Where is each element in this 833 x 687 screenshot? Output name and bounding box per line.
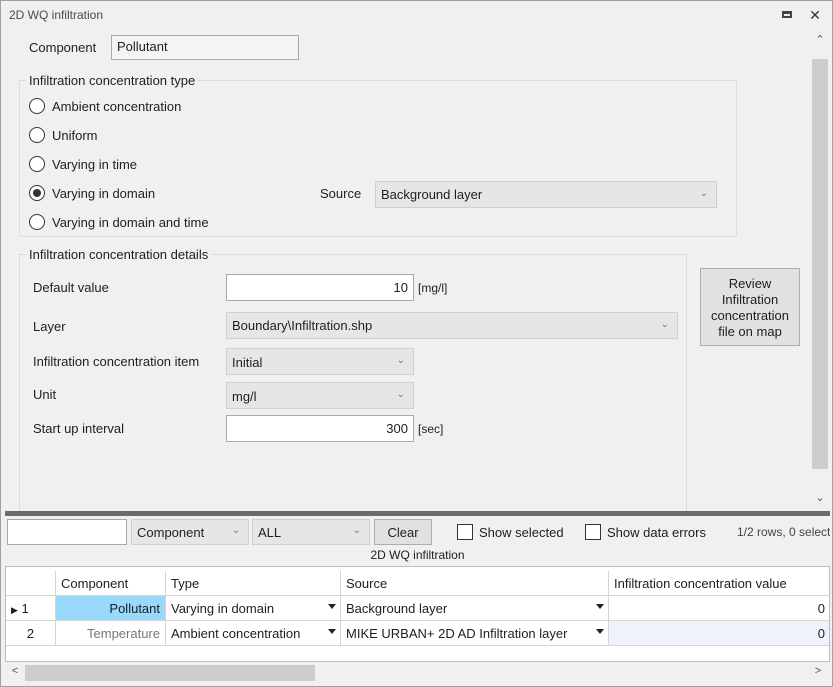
source-label: Source bbox=[320, 186, 362, 201]
dropdown-arrow-icon[interactable] bbox=[596, 629, 604, 634]
row-status: 1/2 rows, 0 selected bbox=[737, 525, 830, 539]
unit-value: mg/l bbox=[232, 389, 257, 404]
row-number: 2 bbox=[26, 626, 35, 641]
radio-circle bbox=[29, 127, 45, 143]
show-selected-label: Show selected bbox=[479, 525, 564, 540]
form-panel: Component Pollutant Infiltration concent… bbox=[5, 29, 810, 514]
default-value-unit: [mg/l] bbox=[418, 281, 448, 295]
cell-value[interactable]: 0 bbox=[609, 621, 829, 646]
show-data-errors-checkbox[interactable] bbox=[585, 524, 601, 540]
filter-bar: Component ⌄ ALL ⌄ Clear Show selected Sh… bbox=[5, 516, 830, 548]
title-bar: 2D WQ infiltration ✕ bbox=[1, 1, 832, 29]
review-button-line: concentration bbox=[710, 308, 790, 323]
radio-circle bbox=[29, 98, 45, 114]
scroll-right-icon[interactable]: > bbox=[808, 665, 828, 677]
layer-dropdown[interactable]: Boundary\Infiltration.shp ⌄ bbox=[226, 312, 678, 339]
review-button-line: Review bbox=[728, 276, 772, 291]
chevron-down-icon: ⌄ bbox=[396, 355, 405, 366]
scroll-down-icon[interactable]: ⌄ bbox=[810, 491, 830, 504]
chevron-down-icon: ⌄ bbox=[231, 525, 240, 536]
column-header-type[interactable]: Type bbox=[166, 571, 341, 596]
cell-source[interactable]: Background layer bbox=[341, 596, 609, 621]
radio-circle bbox=[29, 156, 45, 172]
default-value-label: Default value bbox=[33, 280, 109, 295]
review-button-line: file on map bbox=[718, 324, 782, 339]
grid-title: 2D WQ infiltration bbox=[5, 548, 830, 566]
default-value-input[interactable]: 10 bbox=[226, 274, 414, 301]
item-dropdown[interactable]: Initial ⌄ bbox=[226, 348, 414, 375]
column-header-source[interactable]: Source bbox=[341, 571, 609, 596]
component-label: Component bbox=[29, 40, 97, 55]
row-header[interactable]: 2 bbox=[6, 621, 56, 646]
restore-button[interactable] bbox=[776, 4, 798, 26]
startup-interval-input[interactable]: 300 bbox=[226, 415, 414, 442]
chevron-down-icon: ⌄ bbox=[352, 525, 361, 536]
row-header[interactable]: ▶ 1 bbox=[6, 596, 56, 621]
review-on-map-button[interactable]: Review Infiltration concentration file o… bbox=[700, 268, 800, 346]
window-title: 2D WQ infiltration bbox=[9, 8, 104, 22]
cell-component[interactable]: Temperature bbox=[56, 621, 166, 646]
scroll-left-icon[interactable]: < bbox=[5, 665, 25, 677]
horizontal-scrollbar[interactable]: < > bbox=[5, 662, 830, 684]
filter-field-dropdown[interactable]: Component ⌄ bbox=[131, 519, 249, 545]
cell-value[interactable]: 0 bbox=[609, 596, 829, 621]
cell-component[interactable]: Pollutant bbox=[56, 596, 166, 621]
cell-source-value: MIKE URBAN+ 2D AD Infiltration layer bbox=[346, 626, 568, 641]
cell-source-value: Background layer bbox=[346, 601, 448, 616]
infiltration-window: 2D WQ infiltration ✕ Component Pollutant… bbox=[0, 0, 833, 687]
show-data-errors-label: Show data errors bbox=[607, 525, 706, 540]
layer-value: Boundary\Infiltration.shp bbox=[232, 318, 373, 333]
close-button[interactable]: ✕ bbox=[804, 4, 826, 26]
column-header-rownum bbox=[6, 571, 56, 596]
row-number: 1 bbox=[21, 601, 29, 616]
chevron-down-icon: ⌄ bbox=[660, 319, 669, 330]
review-button-line: Infiltration bbox=[721, 292, 779, 307]
cell-source[interactable]: MIKE URBAN+ 2D AD Infiltration layer bbox=[341, 621, 609, 646]
item-value: Initial bbox=[232, 355, 263, 370]
chevron-down-icon: ⌄ bbox=[396, 389, 405, 400]
scroll-up-icon[interactable]: ⌃ bbox=[810, 33, 830, 46]
dropdown-arrow-icon[interactable] bbox=[328, 604, 336, 609]
cell-type[interactable]: Varying in domain bbox=[166, 596, 341, 621]
unit-dropdown[interactable]: mg/l ⌄ bbox=[226, 382, 414, 409]
startup-interval-unit: [sec] bbox=[418, 422, 444, 436]
item-label: Infiltration concentration item bbox=[33, 354, 200, 369]
restore-icon bbox=[782, 11, 792, 18]
cell-type[interactable]: Ambient concentration bbox=[166, 621, 341, 646]
component-field[interactable]: Pollutant bbox=[111, 35, 299, 60]
startup-interval-label: Start up interval bbox=[33, 421, 125, 436]
concentration-type-title: Infiltration concentration type bbox=[26, 73, 199, 88]
chevron-down-icon: ⌄ bbox=[699, 188, 708, 199]
close-icon: ✕ bbox=[809, 7, 821, 23]
filter-field-value: Component bbox=[137, 525, 205, 540]
dropdown-arrow-icon[interactable] bbox=[328, 629, 336, 634]
unit-label: Unit bbox=[33, 387, 57, 402]
cell-type-value: Ambient concentration bbox=[171, 626, 301, 641]
source-value: Background layer bbox=[381, 187, 483, 202]
concentration-details-title: Infiltration concentration details bbox=[26, 247, 212, 262]
scroll-thumb[interactable] bbox=[812, 59, 828, 469]
cell-type-value: Varying in domain bbox=[171, 601, 275, 616]
radio-circle bbox=[29, 214, 45, 230]
filter-value: ALL bbox=[258, 525, 282, 540]
show-selected-checkbox[interactable] bbox=[457, 524, 473, 540]
radio-circle-selected bbox=[29, 185, 45, 201]
layer-label: Layer bbox=[33, 319, 66, 334]
dropdown-arrow-icon[interactable] bbox=[596, 604, 604, 609]
scroll-thumb[interactable] bbox=[25, 665, 315, 681]
vertical-scrollbar[interactable]: ⌃ ⌄ bbox=[810, 29, 830, 511]
clear-button[interactable]: Clear bbox=[374, 519, 432, 545]
column-header-value[interactable]: Infiltration concentration value bbox=[609, 571, 829, 596]
filter-search-input[interactable] bbox=[7, 519, 127, 545]
column-header-component[interactable]: Component bbox=[56, 571, 166, 596]
current-row-icon: ▶ bbox=[11, 605, 18, 615]
filter-value-dropdown[interactable]: ALL ⌄ bbox=[252, 519, 370, 545]
data-grid: Component Type Source Infiltration conce… bbox=[5, 566, 830, 662]
source-dropdown[interactable]: Background layer ⌄ bbox=[375, 181, 717, 208]
